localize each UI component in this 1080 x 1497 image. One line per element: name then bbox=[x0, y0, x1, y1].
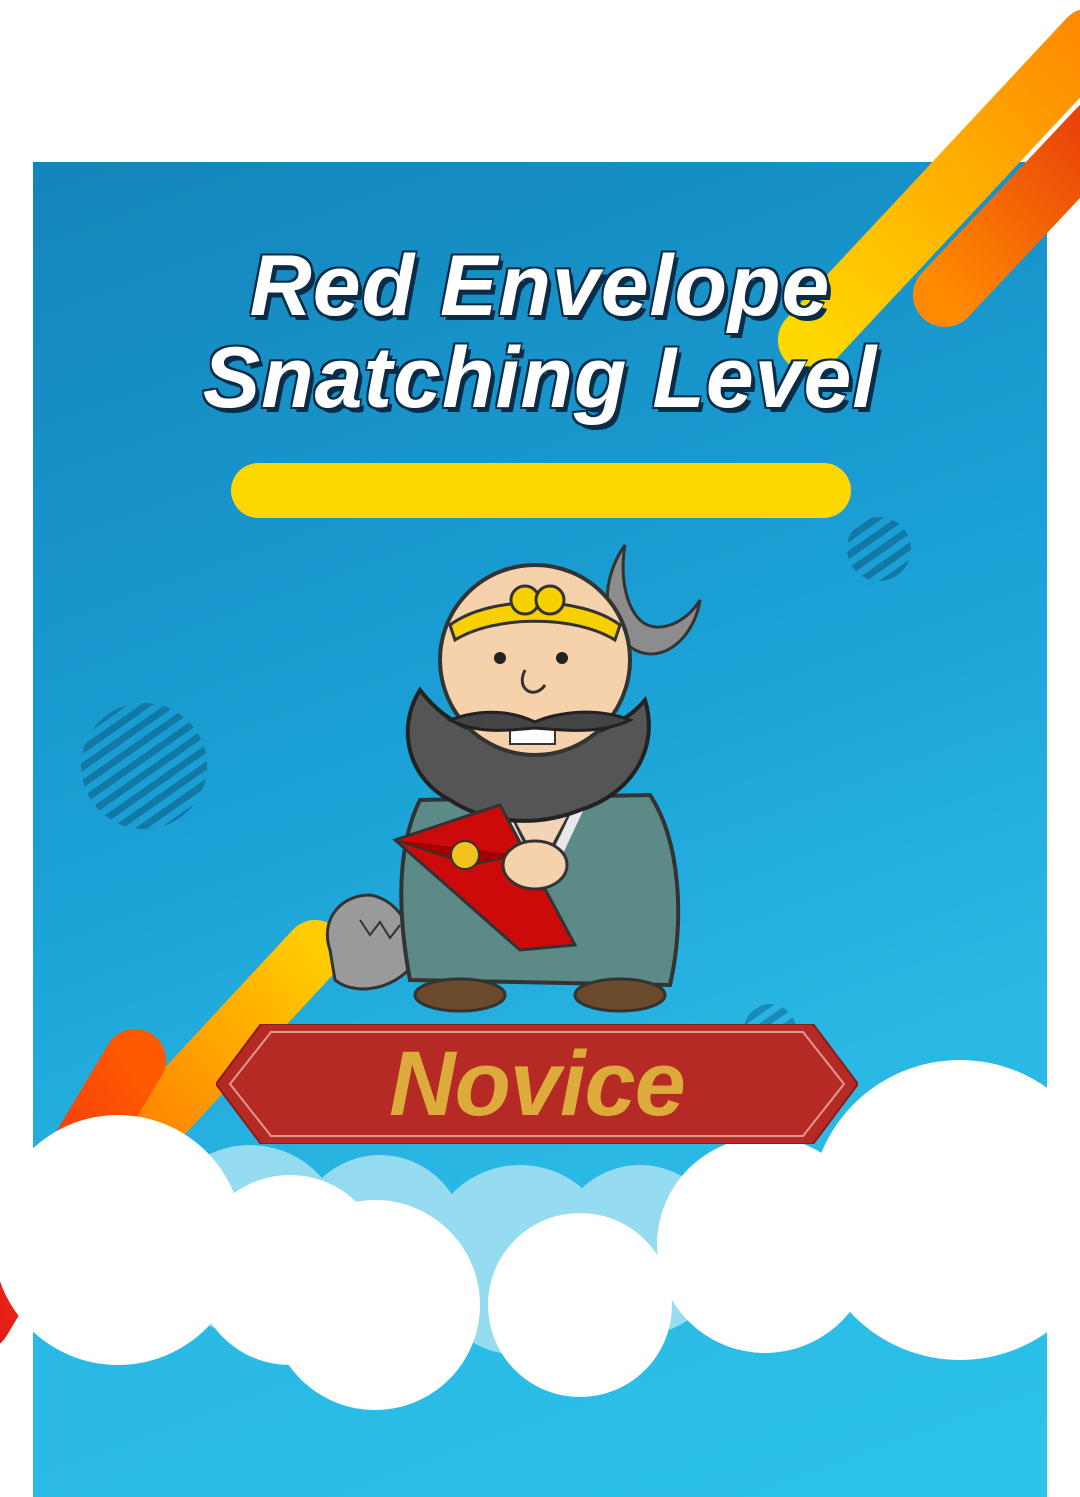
monk-character-icon bbox=[325, 544, 702, 1013]
page-title: Red Envelope Snatching Level bbox=[140, 240, 940, 424]
title-line-2: Snatching Level bbox=[202, 330, 878, 426]
title-underline-bar bbox=[231, 463, 851, 518]
level-banner: Novice bbox=[216, 1024, 858, 1144]
title-line-1: Red Envelope bbox=[249, 238, 831, 334]
level-label: Novice bbox=[389, 1033, 686, 1135]
